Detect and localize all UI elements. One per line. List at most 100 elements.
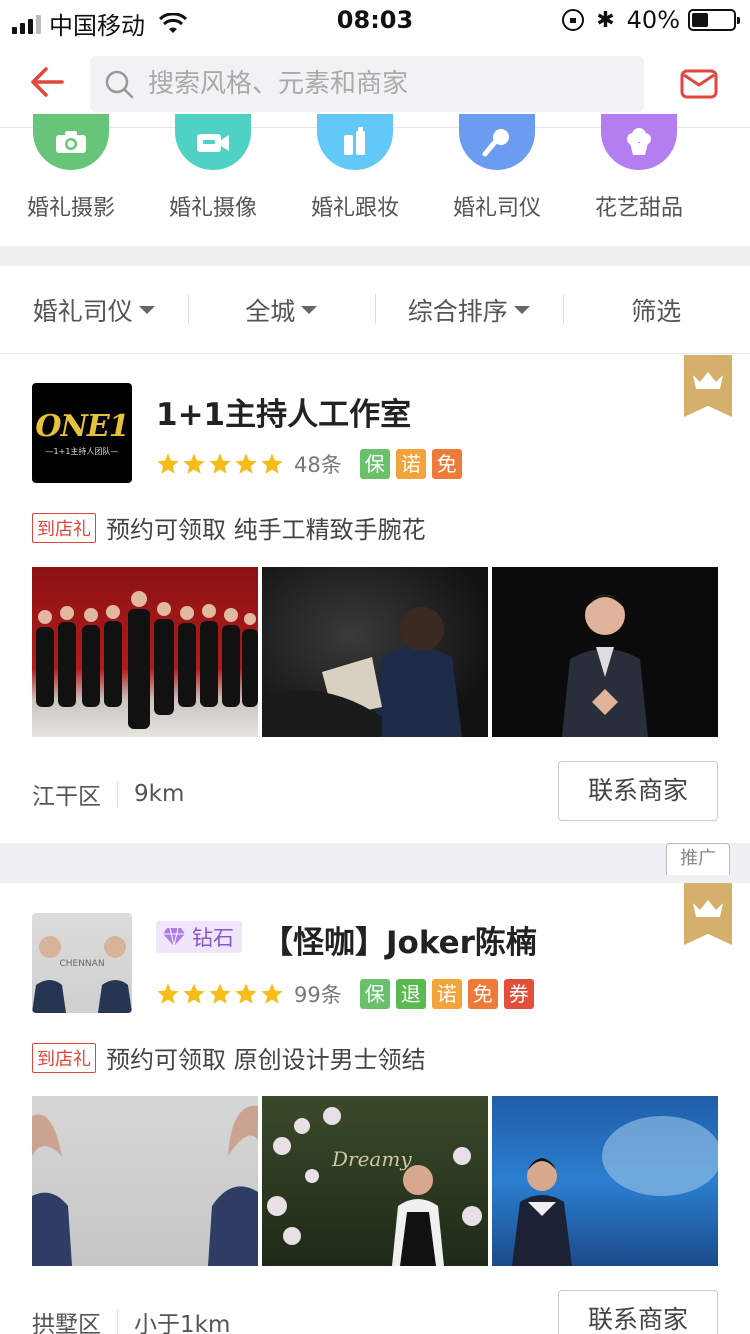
merchant-name[interactable]: 【怪咖】Joker陈楠 [262, 917, 537, 962]
filter-sort-dropdown[interactable]: 综合排序 [375, 292, 563, 328]
crown-badge-icon [684, 355, 732, 417]
filter-bar: 婚礼司仪 全城 综合排序 筛选 [0, 266, 750, 354]
contact-merchant-button[interactable]: 联系商家 [558, 761, 718, 821]
star-icon [157, 983, 179, 1004]
crown-badge-icon [684, 883, 732, 945]
gallery-photo[interactable] [262, 567, 488, 737]
star-icon [261, 983, 283, 1004]
section-divider [0, 843, 750, 883]
category-row: 婚礼摄影 婚礼摄像 婚礼跟妆 婚礼司仪 花艺甜品 [0, 114, 750, 246]
section-divider [0, 246, 750, 266]
gallery-photo[interactable] [492, 567, 718, 737]
store-gift-row: 到店礼 预约可领取 纯手工精致手腕花 [32, 510, 426, 545]
battery-percentage: 40% [626, 6, 680, 34]
star-icon [235, 983, 257, 1004]
location-row: 江干区 9km [32, 777, 184, 811]
rating-row: 48条 保 诺 免 [156, 449, 468, 479]
category-label: 婚礼司仪 [452, 196, 541, 221]
search-bar[interactable] [90, 56, 644, 112]
caret-down-icon [301, 305, 318, 314]
merchant-card[interactable]: 推广 CHENNAN 钻石 【怪咖】Joker陈楠 99条 保 退 诺 免 券 … [0, 843, 750, 1334]
category-wedding-video[interactable]: 婚礼摄像 [142, 114, 284, 246]
camera-icon [33, 114, 109, 170]
divider [117, 1309, 118, 1334]
district: 拱墅区 [32, 1312, 101, 1334]
category-wedding-photography[interactable]: 婚礼摄影 [0, 114, 142, 246]
review-count: 99条 [294, 983, 342, 1007]
filter-category-dropdown[interactable]: 婚礼司仪 [0, 292, 188, 328]
filter-label: 婚礼司仪 [32, 296, 133, 326]
star-rating [156, 452, 284, 476]
merchant-logo: ONE1 —1+1主持人团队— [32, 383, 132, 483]
coupon-badge: 券 [503, 979, 534, 1009]
free-badge: 免 [431, 449, 462, 479]
category-label: 婚礼摄影 [26, 196, 115, 221]
filter-more-button[interactable]: 筛选 [562, 292, 750, 328]
contact-merchant-button[interactable]: 联系商家 [558, 1290, 718, 1334]
free-badge: 免 [467, 979, 498, 1009]
filter-area-dropdown[interactable]: 全城 [187, 292, 376, 328]
store-gift-tag: 到店礼 [32, 512, 96, 543]
promise-badge: 诺 [395, 449, 426, 479]
search-icon [105, 70, 134, 99]
star-icon [209, 983, 231, 1004]
rotation-lock-icon [562, 9, 585, 31]
merchant-card[interactable]: ONE1 —1+1主持人团队— 1+1主持人工作室 48条 保 诺 免 到店礼 … [0, 355, 750, 843]
star-rating [156, 982, 284, 1006]
microphone-icon [459, 114, 535, 170]
logo-subtext: —1+1主持人团队— [45, 447, 119, 456]
svg-text:Dreamy: Dreamy [331, 1147, 412, 1171]
distance: 小于1km [134, 1312, 231, 1334]
tier-label: 钻石 [192, 926, 234, 950]
store-gift-text: 预约可领取 原创设计男士领结 [106, 1046, 426, 1074]
gallery-photo[interactable] [492, 1096, 718, 1266]
bluetooth-icon: ✱ [596, 7, 615, 33]
message-icon[interactable] [680, 68, 718, 100]
star-icon [157, 453, 179, 474]
category-wedding-host[interactable]: 婚礼司仪 [426, 114, 568, 246]
photo-gallery: Dreamy [32, 1096, 718, 1266]
guarantee-badge: 保 [359, 979, 390, 1009]
refund-badge: 退 [395, 979, 426, 1009]
filter-label: 综合排序 [407, 296, 508, 326]
cupcake-icon [601, 114, 677, 170]
merchant-name[interactable]: 1+1主持人工作室 [156, 389, 411, 434]
category-flowers-desserts[interactable]: 花艺甜品 [568, 114, 710, 246]
caret-down-icon [513, 305, 530, 314]
diamond-tier-badge: 钻石 [156, 921, 242, 953]
distance: 9km [134, 781, 185, 807]
gallery-photo[interactable] [32, 567, 258, 737]
status-bar: 中国移动 08:03 ✱ 40% [0, 0, 750, 40]
makeup-icon [317, 114, 393, 170]
star-icon [183, 453, 205, 474]
photo-gallery [32, 567, 718, 737]
logo-wordmark: CHENNAN [59, 959, 105, 969]
caret-down-icon [138, 305, 155, 314]
store-gift-row: 到店礼 预约可领取 原创设计男士领结 [32, 1040, 426, 1075]
category-label: 花艺甜品 [594, 196, 683, 221]
rating-row: 99条 保 退 诺 免 券 [156, 979, 540, 1009]
diamond-icon [163, 927, 185, 947]
merchant-logo: CHENNAN [32, 913, 132, 1013]
store-gift-tag: 到店礼 [32, 1042, 96, 1073]
star-icon [183, 983, 205, 1004]
gallery-photo[interactable]: Dreamy [262, 1096, 488, 1266]
video-camera-icon [175, 114, 251, 170]
filter-label: 筛选 [631, 296, 682, 326]
location-row: 拱墅区 小于1km [32, 1305, 230, 1334]
promoted-label: 推广 [666, 843, 730, 875]
star-icon [209, 453, 231, 474]
category-wedding-makeup[interactable]: 婚礼跟妆 [284, 114, 426, 246]
promise-badge: 诺 [431, 979, 462, 1009]
star-icon [235, 453, 257, 474]
search-input[interactable] [148, 69, 628, 99]
filter-label: 全城 [245, 296, 296, 326]
star-icon [261, 453, 283, 474]
review-count: 48条 [294, 453, 342, 477]
battery-icon [688, 9, 740, 31]
logo-wordmark: ONE1 [35, 409, 129, 444]
category-label: 婚礼跟妆 [310, 196, 399, 221]
back-arrow-icon[interactable] [26, 60, 70, 104]
gallery-photo[interactable] [32, 1096, 258, 1266]
divider [117, 781, 118, 807]
